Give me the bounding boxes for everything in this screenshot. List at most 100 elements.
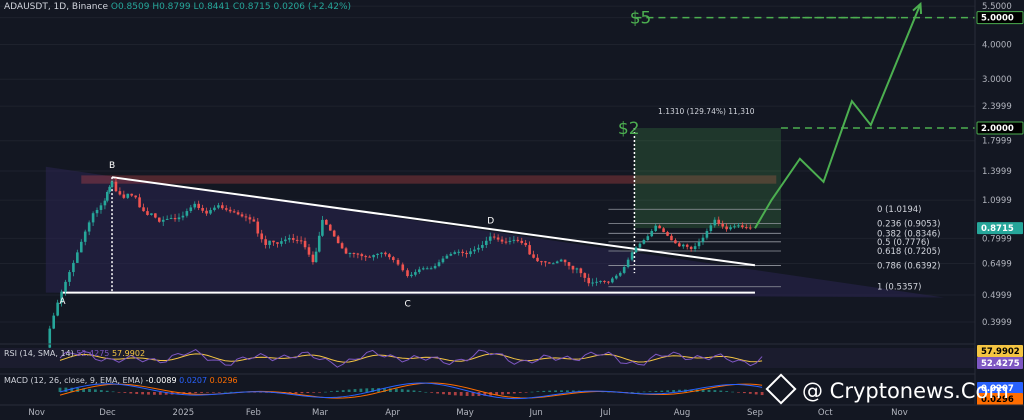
candle-body bbox=[418, 269, 421, 273]
candle-body bbox=[299, 240, 303, 242]
macd-histogram-bar bbox=[99, 390, 103, 392]
macd-histogram-bar bbox=[94, 389, 97, 392]
candle-body bbox=[138, 197, 141, 208]
candle-body bbox=[99, 205, 103, 210]
macd-label[interactable]: MACD (12, 26, close, 9, EMA, EMA) bbox=[4, 376, 143, 385]
watermark-logo-icon bbox=[765, 373, 797, 405]
time-axis: Nov Dec 2025 Feb Mar Apr May Jun Jul Aug Sep Oct Nov bbox=[0, 404, 1024, 418]
macd-histogram-bar bbox=[129, 392, 133, 394]
macd-histogram-bar bbox=[748, 392, 752, 394]
macd-histogram-bar bbox=[141, 392, 144, 395]
macd-histogram-bar bbox=[754, 392, 758, 395]
candle-body bbox=[236, 212, 240, 215]
candle-body bbox=[380, 252, 383, 254]
rsi-sma-value: 57.9902 bbox=[111, 349, 146, 358]
pattern-label-d: D bbox=[487, 217, 494, 227]
macd-histogram-bar bbox=[648, 391, 652, 392]
candle-body bbox=[52, 315, 56, 329]
rsi-header[interactable]: RSI (14, SMA, 14) 52.4275 57.9902 bbox=[4, 349, 145, 358]
measure-label: 1.1310 (129.74%) 11,310 bbox=[658, 107, 755, 116]
candle-body bbox=[352, 253, 356, 255]
candle-body bbox=[709, 225, 713, 231]
candle-body bbox=[689, 246, 693, 250]
candle-body bbox=[516, 239, 520, 241]
candle-body bbox=[232, 211, 236, 213]
candle-body bbox=[134, 195, 137, 198]
candle-body bbox=[340, 243, 344, 249]
candle-body bbox=[384, 252, 387, 255]
fib-label: 0.618 (0.7205) bbox=[877, 247, 940, 257]
price-tick-label: 1.7999 bbox=[982, 137, 1012, 147]
candle-body bbox=[328, 224, 332, 231]
candle-body bbox=[595, 281, 598, 283]
pattern-label-a: A bbox=[59, 297, 66, 307]
rsi-label[interactable]: RSI (14, SMA, 14) bbox=[4, 349, 74, 358]
candle-body bbox=[209, 210, 212, 214]
candle-body bbox=[481, 245, 484, 248]
candle-body bbox=[91, 213, 95, 223]
candle-body bbox=[272, 240, 275, 243]
pattern-label-b: B bbox=[109, 161, 115, 171]
symbol-name[interactable]: ADAUSDT, 1D, Binance bbox=[4, 2, 108, 12]
macd-histogram-bar bbox=[406, 389, 410, 392]
time-tick-label: Sep bbox=[747, 408, 763, 418]
candle-body bbox=[634, 247, 638, 253]
candle-body bbox=[103, 200, 107, 206]
time-tick-label: Apr bbox=[385, 408, 400, 418]
macd-histogram-bar bbox=[294, 392, 298, 394]
time-tick-label: Feb bbox=[246, 408, 261, 418]
price-tick-label: 1.0999 bbox=[982, 196, 1012, 206]
macd-header[interactable]: MACD (12, 26, close, 9, EMA, EMA) -0.008… bbox=[4, 376, 238, 385]
macd-value: 0.0207 bbox=[179, 376, 208, 385]
candle-body bbox=[670, 235, 673, 241]
candle-body bbox=[287, 237, 291, 240]
candle-body bbox=[48, 328, 52, 348]
candle-body bbox=[433, 265, 437, 269]
candle-body bbox=[157, 217, 161, 222]
macd-histogram-bar bbox=[666, 390, 670, 392]
candle-body bbox=[311, 254, 315, 263]
candle-body bbox=[488, 236, 492, 241]
macd-histogram-bar bbox=[560, 390, 563, 392]
macd-histogram-bar bbox=[200, 392, 203, 393]
candle-body bbox=[161, 219, 165, 222]
candle-body bbox=[666, 232, 669, 236]
candle-body bbox=[240, 214, 244, 217]
price-chart[interactable]: 0 (1.0194)0.236 (0.9053)0.382 (0.8346)0.… bbox=[0, 0, 1024, 420]
macd-histogram-bar bbox=[719, 390, 723, 392]
candle-body bbox=[579, 268, 583, 274]
candle-body bbox=[110, 181, 114, 187]
macd-histogram-bar bbox=[318, 392, 321, 393]
macd-histogram-bar bbox=[548, 390, 552, 392]
candle-body bbox=[591, 282, 594, 284]
candle-body bbox=[733, 226, 736, 228]
candle-body bbox=[181, 215, 185, 218]
candle-body bbox=[492, 236, 496, 238]
time-tick-label: Dec bbox=[99, 408, 116, 418]
candle-body bbox=[524, 242, 527, 246]
candle-body bbox=[95, 209, 99, 214]
candle-body bbox=[461, 251, 464, 253]
candle-body bbox=[508, 240, 512, 242]
macd-histogram-bar bbox=[518, 392, 522, 393]
candle-body bbox=[544, 261, 547, 263]
candle-body bbox=[396, 260, 400, 265]
candle-body bbox=[465, 252, 468, 255]
candle-body bbox=[567, 262, 571, 266]
candle-body bbox=[555, 261, 559, 264]
price-tick-label: 0.6499 bbox=[982, 259, 1012, 269]
macd-histogram-bar bbox=[365, 388, 369, 392]
macd-histogram-bar bbox=[194, 392, 198, 394]
macd-histogram-bar bbox=[453, 392, 457, 396]
macd-histogram-bar bbox=[111, 391, 115, 393]
macd-histogram-bar bbox=[501, 392, 504, 395]
symbol-header[interactable]: ADAUSDT, 1D, Binance O0.8509 H0.8799 L0.… bbox=[4, 2, 351, 12]
candle-body bbox=[213, 207, 216, 211]
candle-body bbox=[122, 194, 126, 198]
candle-body bbox=[197, 203, 200, 208]
candle-body bbox=[551, 263, 555, 265]
macd-histogram-bar bbox=[654, 391, 658, 392]
macd-histogram-bar bbox=[347, 389, 351, 392]
macd-histogram-bar bbox=[206, 392, 209, 393]
candle-body bbox=[646, 236, 650, 241]
